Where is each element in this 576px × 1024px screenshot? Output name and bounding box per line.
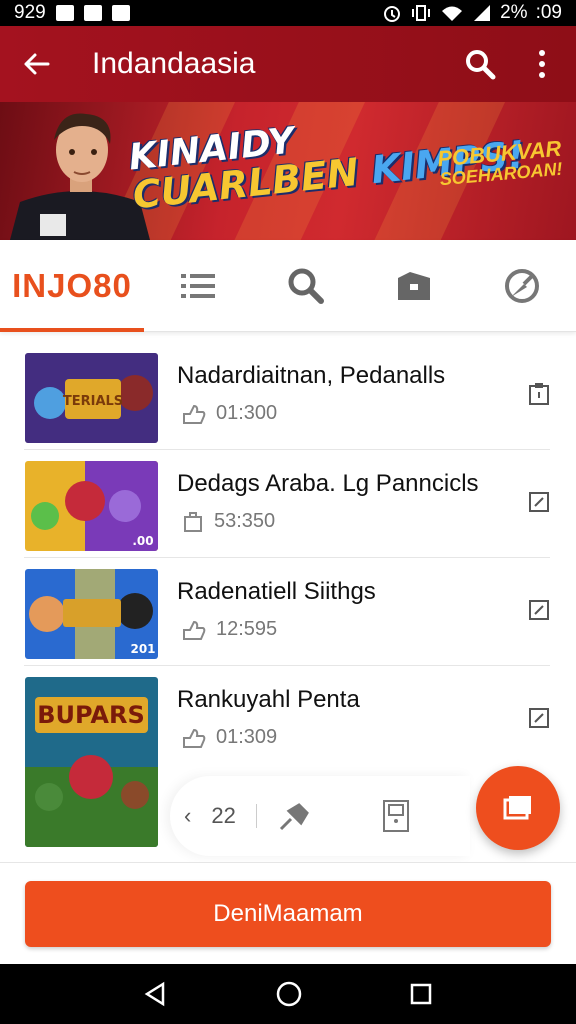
chat-icon: [503, 796, 531, 820]
item-thumbnail: TERIALS: [25, 353, 158, 443]
wifi-icon: [442, 6, 463, 21]
folder-icon: [398, 271, 430, 300]
thumb-text: 201: [130, 642, 155, 656]
status-clock: :09: [535, 2, 562, 23]
item-thumbnail: .00: [25, 461, 158, 551]
list-item[interactable]: TERIALS Nadardiaitnan, Pedanalls 01:300: [24, 342, 550, 450]
pin-icon[interactable]: [277, 801, 311, 831]
edit-icon[interactable]: [528, 598, 550, 622]
item-duration: 01:309: [216, 726, 278, 748]
clipboard-icon[interactable]: [528, 382, 550, 406]
status-bar: 929 2% :09: [0, 0, 576, 26]
system-nav-bar: [0, 964, 576, 1024]
pager-toolbar: ‹ 22: [170, 776, 470, 856]
tab-folder[interactable]: [360, 240, 468, 332]
primary-action-button[interactable]: DeniMaamam: [25, 881, 551, 947]
hero-character-image: [10, 113, 150, 240]
bottom-action-area: DeniMaamam: [0, 862, 576, 964]
thumb-text: .00: [132, 534, 153, 548]
edit-icon[interactable]: [528, 706, 550, 730]
item-thumbnail: BUPARS: [25, 677, 158, 847]
floating-action-button[interactable]: [476, 766, 560, 850]
tab-bar: INJO80: [0, 240, 576, 332]
back-nav-icon[interactable]: [143, 981, 169, 1007]
thumb-text: TERIALS: [63, 394, 123, 409]
prev-page-button[interactable]: ‹: [184, 803, 191, 829]
like-icon: [183, 404, 206, 424]
signal-icon: [474, 5, 491, 21]
list-item[interactable]: .00 Dedags Araba. Lg Panncicls 53:350: [24, 450, 550, 558]
tab-list[interactable]: [144, 240, 252, 332]
tab-main-label: INJO80: [12, 266, 132, 304]
item-thumbnail: 201: [25, 569, 158, 659]
compass-icon: [505, 268, 539, 303]
search-button[interactable]: [460, 44, 500, 84]
alarm-icon: [384, 6, 401, 22]
more-vert-icon: [539, 50, 545, 78]
recents-nav-icon[interactable]: [409, 982, 433, 1006]
search-icon: [288, 268, 324, 304]
tab-explore[interactable]: [468, 240, 576, 332]
message-icon: [111, 5, 130, 21]
like-icon: [183, 728, 206, 748]
file-icon: [184, 511, 202, 532]
battery-text: 2%: [500, 2, 528, 23]
item-title: Radenatiell Siithgs: [177, 578, 376, 605]
vibrate-icon: [412, 5, 431, 21]
arrow-left-icon: [24, 53, 50, 75]
notification-icon: [55, 5, 74, 21]
status-time: 929: [14, 2, 46, 23]
back-button[interactable]: [16, 44, 56, 84]
like-icon: [183, 620, 206, 640]
item-duration: 53:350: [214, 510, 276, 532]
home-nav-icon[interactable]: [275, 980, 303, 1008]
edit-icon[interactable]: [528, 490, 550, 514]
page-number: 22: [211, 803, 236, 828]
item-title: Dedags Araba. Lg Panncicls: [177, 470, 479, 497]
list-item[interactable]: 201 Radenatiell Siithgs 12:595: [24, 558, 550, 666]
tab-main[interactable]: INJO80: [0, 240, 144, 332]
banner-promo-text: POBUKVAR SOEHAROAN!: [436, 136, 563, 190]
item-duration: 12:595: [216, 618, 278, 640]
promo-banner[interactable]: KINAIDY CUARLBEN KIMPS! POBUKVAR SOEHARO…: [0, 102, 576, 240]
item-title: Nadardiaitnan, Pedanalls: [177, 362, 446, 389]
pager-divider: [255, 804, 257, 828]
more-options-button[interactable]: [522, 44, 562, 84]
item-title: Rankuyahl Penta: [177, 686, 360, 713]
mail-icon: [83, 5, 102, 21]
list-icon: [181, 273, 215, 298]
item-duration: 01:300: [216, 402, 278, 424]
tab-active-indicator: [0, 327, 144, 332]
app-bar: Indandaasia: [0, 26, 576, 102]
screen: 929 2% :09 Indandaasia KINAIDY CUARLBEN …: [0, 0, 576, 1024]
document-icon[interactable]: [381, 799, 411, 833]
search-icon: [466, 50, 496, 80]
tab-search[interactable]: [252, 240, 360, 332]
thumb-text: BUPARS: [37, 701, 145, 729]
page-title: Indandaasia: [92, 47, 256, 80]
